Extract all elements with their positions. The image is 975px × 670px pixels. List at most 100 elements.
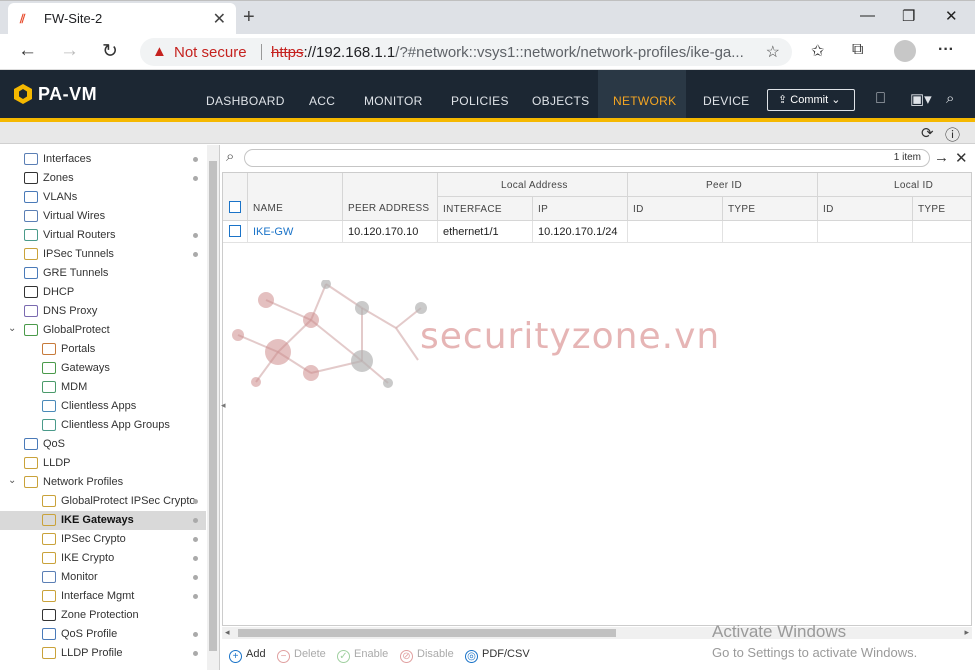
sidebar-item-virtual-wires[interactable]: Virtual Wires <box>0 207 206 226</box>
col-interface-header[interactable]: INTERFACE <box>438 197 533 221</box>
sidebar-item-icon <box>42 495 56 507</box>
enable-button[interactable]: ✓ Enable <box>337 648 388 663</box>
tab-acc[interactable]: ACC <box>309 94 335 108</box>
sidebar-item-ipsec-crypto[interactable]: IPSec Crypto <box>0 530 206 549</box>
sidebar-item-clientless-apps[interactable]: Clientless Apps <box>0 397 206 416</box>
sidebar-item-interfaces[interactable]: Interfaces <box>0 150 206 169</box>
sub-toolbar: ⟳ ⓘ <box>0 122 975 144</box>
sidebar-item-label: LLDP <box>43 457 71 469</box>
sidebar-item-zone-protection[interactable]: Zone Protection <box>0 606 206 625</box>
refresh-icon[interactable]: ⟳ <box>921 124 934 142</box>
expand-chevron-icon[interactable]: ⌄ <box>8 323 16 334</box>
sidebar-item-network-profiles[interactable]: ⌄ Network Profiles <box>0 473 206 492</box>
sidebar-item-vlans[interactable]: VLANs <box>0 188 206 207</box>
scroll-left-icon[interactable]: ◂ <box>225 627 230 638</box>
panel-collapse-icon[interactable]: ◂ <box>221 400 226 411</box>
sidebar-item-mdm[interactable]: MDM <box>0 378 206 397</box>
sidebar-item-ike-gateways[interactable]: IKE Gateways <box>0 511 206 530</box>
tab-dashboard[interactable]: DASHBOARD <box>206 94 285 108</box>
browser-tab-bar: ⫽ FW-Site-2 ✕ + — ❐ ✕ <box>0 0 975 35</box>
favorites-icon[interactable]: ✩ <box>811 41 824 61</box>
sidebar-scrollbar[interactable] <box>207 145 219 670</box>
sidebar-item-clientless-app-groups[interactable]: Clientless App Groups <box>0 416 206 435</box>
commit-button[interactable]: ⇪ Commit ⌄ <box>767 89 855 111</box>
not-secure-label[interactable]: Not secure <box>174 44 247 61</box>
back-icon[interactable]: ← <box>18 40 37 62</box>
tab-objects[interactable]: OBJECTS <box>532 94 589 108</box>
new-tab-button[interactable]: + <box>243 6 255 29</box>
col-peer-id-header[interactable]: ID <box>628 197 723 221</box>
search-icon[interactable]: ⌕ <box>946 90 954 107</box>
reload-icon[interactable]: ↻ <box>102 40 118 63</box>
restore-icon[interactable]: ❐ <box>902 7 915 25</box>
group-local-id-header: Local ID <box>818 173 971 197</box>
pdf-csv-button[interactable]: ◎ PDF/CSV <box>465 648 530 663</box>
collections-icon[interactable]: ⧉ <box>852 41 863 59</box>
sidebar-item-ike-crypto[interactable]: IKE Crypto <box>0 549 206 568</box>
sidebar-item-ipsec-tunnels[interactable]: IPSec Tunnels <box>0 245 206 264</box>
sidebar-item-portals[interactable]: Portals <box>0 340 206 359</box>
table-scroll-thumb[interactable] <box>238 629 616 637</box>
browser-tab[interactable]: ⫽ FW-Site-2 ✕ <box>8 3 236 35</box>
sidebar-item-dns-proxy[interactable]: DNS Proxy <box>0 302 206 321</box>
commit-icon: ⇪ <box>778 94 791 106</box>
window-close-icon[interactable]: ✕ <box>945 7 958 25</box>
sidebar-item-icon <box>42 362 56 374</box>
select-all-checkbox[interactable] <box>229 201 241 213</box>
sidebar-item-gateways[interactable]: Gateways <box>0 359 206 378</box>
cell-local-type <box>913 221 971 243</box>
config-menu-icon[interactable]: ▣▾ <box>910 90 932 108</box>
scroll-right-icon[interactable]: ▸ <box>964 627 969 638</box>
col-peer-type-header[interactable]: TYPE <box>723 197 818 221</box>
sidebar-scroll-thumb[interactable] <box>209 161 217 651</box>
col-local-type-header[interactable]: TYPE <box>913 197 971 221</box>
lock-config-icon[interactable]: ⎕ <box>876 90 885 107</box>
sidebar-item-gre-tunnels[interactable]: GRE Tunnels <box>0 264 206 283</box>
col-local-id-header[interactable]: ID <box>818 197 913 221</box>
col-ip-header[interactable]: IP <box>533 197 628 221</box>
tab-device[interactable]: DEVICE <box>703 94 749 108</box>
sidebar-item-qos[interactable]: QoS <box>0 435 206 454</box>
chevron-down-icon: ⌄ <box>828 94 841 106</box>
forward-icon[interactable]: → <box>60 40 79 62</box>
sidebar-item-interface-mgmt[interactable]: Interface Mgmt <box>0 587 206 606</box>
expand-chevron-icon[interactable]: ⌄ <box>8 475 16 486</box>
sidebar-item-globalprotect-ipsec-crypto[interactable]: GlobalProtect IPSec Crypto <box>0 492 206 511</box>
tab-network[interactable]: NETWORK <box>613 94 676 108</box>
sidebar-item-monitor[interactable]: Monitor <box>0 568 206 587</box>
url-field[interactable]: ▲ Not secure https://192.168.1.1/?#netwo… <box>140 38 792 66</box>
row-checkbox[interactable] <box>229 225 241 237</box>
col-name-header[interactable]: NAME <box>248 173 343 221</box>
clear-filter-icon[interactable]: ✕ <box>955 149 968 167</box>
sidebar-item-virtual-routers[interactable]: Virtual Routers <box>0 226 206 245</box>
url-text[interactable]: https://192.168.1.1/?#network::vsys1::ne… <box>271 44 759 61</box>
bookmark-star-icon[interactable]: ☆ <box>766 42 780 62</box>
cell-local-id <box>818 221 913 243</box>
delete-button[interactable]: − Delete <box>277 648 326 663</box>
minimize-icon[interactable]: — <box>860 7 875 24</box>
sidebar-item-globalprotect[interactable]: ⌄ GlobalProtect <box>0 321 206 340</box>
more-menu-icon[interactable]: ··· <box>938 41 954 59</box>
sidebar-item-zones[interactable]: Zones <box>0 169 206 188</box>
disable-button[interactable]: ⊘ Disable <box>400 648 454 663</box>
filter-search-icon: ⌕ <box>226 148 235 165</box>
gateway-name-link[interactable]: IKE-GW <box>253 226 293 238</box>
col-peer-address-header[interactable]: PEER ADDRESS <box>343 173 438 221</box>
tab-close-icon[interactable]: ✕ <box>213 9 226 29</box>
sidebar-item-qos-profile[interactable]: QoS Profile <box>0 625 206 644</box>
sidebar-item-lldp[interactable]: LLDP <box>0 454 206 473</box>
sidebar-item-lldp-profile[interactable]: LLDP Profile <box>0 644 206 663</box>
app-logo-text: PA-VM <box>38 84 98 104</box>
add-button[interactable]: + Add <box>229 648 266 663</box>
sidebar-item-dhcp[interactable]: DHCP <box>0 283 206 302</box>
status-dot <box>193 157 198 162</box>
sidebar-item-label: GlobalProtect IPSec Crypto <box>61 495 196 507</box>
tab-policies[interactable]: POLICIES <box>451 94 509 108</box>
sidebar-item-icon <box>24 153 38 165</box>
filter-input[interactable]: 1 item <box>244 149 930 167</box>
profile-avatar-icon[interactable] <box>894 40 916 62</box>
help-icon[interactable]: ⓘ <box>945 124 960 145</box>
tab-monitor[interactable]: MONITOR <box>364 94 423 108</box>
table-horizontal-scrollbar[interactable]: ◂ ▸ <box>222 627 972 639</box>
apply-filter-icon[interactable]: → <box>934 149 949 166</box>
